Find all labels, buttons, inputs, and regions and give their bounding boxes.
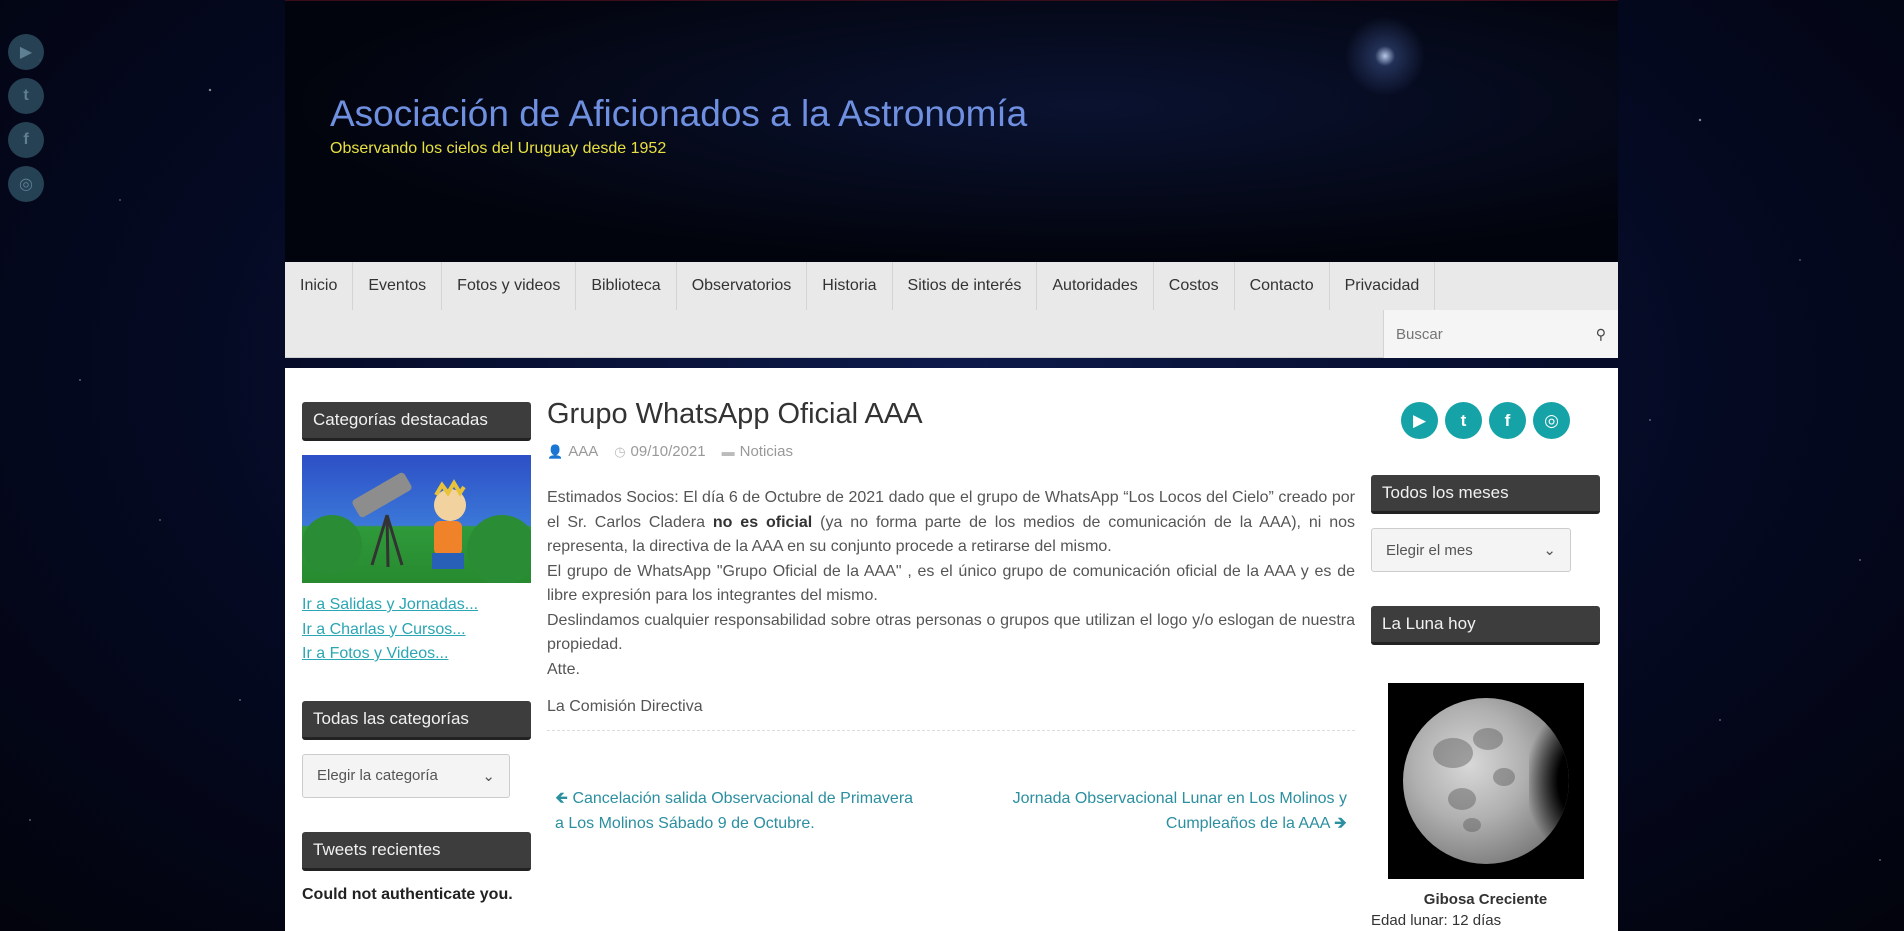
facebook-icon[interactable]: f [1489, 402, 1526, 439]
youtube-icon[interactable]: ▶ [8, 34, 44, 70]
content-area: Categorías destacadas Ir a Salidas y Jor… [285, 368, 1618, 931]
folder-icon: ▬ [721, 444, 735, 459]
site-tagline: Observando los cielos del Uruguay desde … [330, 140, 667, 157]
site-header: Asociación de Aficionados a la Astronomí… [285, 0, 1618, 262]
instagram-icon[interactable]: ◎ [1533, 402, 1570, 439]
instagram-icon[interactable]: ◎ [8, 166, 44, 202]
post-paragraph-2: El grupo de WhatsApp "Grupo Oficial de l… [547, 562, 1355, 605]
link-salidas-jornadas[interactable]: Ir a Salidas y Jornadas... [302, 593, 531, 618]
side-social-left: ▶ t f ◎ [8, 34, 237, 202]
search-input[interactable] [1396, 325, 1596, 343]
post-category[interactable]: Noticias [740, 443, 793, 460]
post-navigation: 🡸 Cancelación salida Observacional de Pr… [547, 786, 1355, 836]
widget-title-categories: Todas las categorías [302, 700, 531, 740]
nav-item-inicio[interactable]: Inicio [285, 262, 354, 310]
clock-icon: ◷ [614, 444, 626, 459]
widget-title-months: Todos los meses [1371, 475, 1600, 514]
category-select[interactable]: Elegir la categoría ⌄ [302, 753, 510, 798]
nav-item-autoridades[interactable]: Autoridades [1037, 262, 1154, 310]
arrow-left-icon: 🡸 [555, 790, 573, 807]
moon-icon [1402, 698, 1569, 864]
social-links: ▶ t f ◎ [1371, 402, 1600, 439]
moon-phase: Gibosa Creciente [1423, 891, 1548, 908]
link-fotos-videos[interactable]: Ir a Fotos y Videos... [302, 642, 531, 667]
next-post-link[interactable]: Jornada Observacional Lunar en Los Molin… [987, 786, 1347, 836]
nav-item-eventos[interactable]: Eventos [353, 262, 443, 310]
link-charlas-cursos[interactable]: Ir a Charlas y Cursos... [302, 618, 531, 643]
nav-item-sitios-interes[interactable]: Sitios de interés [893, 262, 1038, 310]
widget-title-moon: La Luna hoy [1371, 606, 1600, 645]
post-body: Estimados Socios: El día 6 de Octubre de… [547, 486, 1355, 682]
month-select[interactable]: Elegir el mes ⌄ [1371, 528, 1571, 572]
tweets-error-message: Could not authenticate you. [302, 885, 513, 903]
user-icon: 👤 [547, 444, 564, 459]
site-title[interactable]: Asociación de Aficionados a la Astronomí… [330, 93, 1027, 135]
post-paragraph-3: Deslindamos cualquier responsabilidad so… [547, 611, 1355, 654]
moon-image-box [1371, 683, 1600, 879]
divider [547, 730, 1355, 731]
nav-item-contacto[interactable]: Contacto [1235, 262, 1330, 310]
post-paragraph-1: Estimados Socios: El día 6 de Octubre de… [547, 489, 1356, 555]
widget-title-tweets: Tweets recientes [302, 831, 531, 871]
moon-image [1387, 683, 1584, 879]
nav-item-historia[interactable]: Historia [807, 262, 893, 310]
left-sidebar: Categorías destacadas Ir a Salidas y Jor… [302, 402, 531, 904]
chevron-down-icon: ⌄ [482, 767, 495, 785]
twitter-icon[interactable]: t [8, 78, 44, 114]
widget-title-featured: Categorías destacadas [302, 402, 531, 441]
page-wrapper: Asociación de Aficionados a la Astronomí… [285, 0, 1618, 931]
nav-item-fotos-videos[interactable]: Fotos y videos [442, 262, 577, 310]
moon-age: Edad lunar: 12 días [1371, 912, 1502, 929]
post-article: Grupo WhatsApp Oficial AAA 👤 AAA ◷ 09/10/2… [547, 398, 1355, 836]
month-select-value: Elegir el mes [1386, 541, 1473, 559]
search-box: ⚲ [1383, 310, 1618, 358]
nav-item-costos[interactable]: Costos [1154, 262, 1235, 310]
post-paragraph-4: Atte. [547, 660, 580, 678]
chevron-down-icon: ⌄ [1543, 542, 1556, 559]
post-signature: La Comisión Directiva [547, 698, 703, 715]
right-sidebar: ▶ t f ◎ Todos los meses Elegir el mes ⌄ … [1371, 398, 1600, 929]
main-nav: Inicio Eventos Fotos y videos Biblioteca… [285, 262, 1618, 358]
nav-item-privacidad[interactable]: Privacidad [1330, 262, 1436, 310]
youtube-icon[interactable]: ▶ [1401, 402, 1438, 439]
astronomer-kid-image [302, 455, 531, 583]
prev-post-link[interactable]: 🡸 Cancelación salida Observacional de Pr… [555, 786, 915, 836]
post-meta: 👤 AAA ◷ 09/10/2021 ▬ Noticias [547, 443, 1355, 460]
search-icon[interactable]: ⚲ [1596, 326, 1606, 343]
post-author[interactable]: AAA [568, 443, 598, 460]
post-date[interactable]: 09/10/2021 [631, 443, 706, 460]
nav-item-observatorios[interactable]: Observatorios [677, 262, 808, 310]
category-select-value: Elegir la categoría [317, 767, 438, 784]
arrow-right-icon: 🡺 [1329, 815, 1347, 832]
facebook-icon[interactable]: f [8, 122, 44, 158]
post-title: Grupo WhatsApp Oficial AAA [547, 398, 923, 430]
twitter-icon[interactable]: t [1445, 402, 1482, 439]
nav-item-biblioteca[interactable]: Biblioteca [576, 262, 677, 310]
